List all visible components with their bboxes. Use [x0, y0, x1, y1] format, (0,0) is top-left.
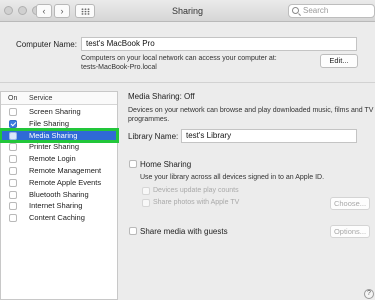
service-label: Remote Management: [29, 166, 102, 175]
service-label: File Sharing: [29, 118, 70, 128]
service-checkbox[interactable]: [9, 202, 17, 211]
service-checkbox[interactable]: [9, 178, 17, 187]
share-guests-label: Share media with guests: [140, 227, 228, 236]
service-label: Remote Apple Events: [29, 177, 102, 187]
library-name-input[interactable]: test's Library: [181, 129, 357, 143]
home-sharing-label: Home Sharing: [140, 160, 192, 169]
services-header: On Service: [1, 92, 117, 105]
home-sharing-description: Use your library across all devices sign…: [140, 174, 325, 181]
service-label: Remote Login: [29, 154, 76, 164]
service-row[interactable]: Internet Sharing: [1, 200, 117, 211]
search-field[interactable]: Search: [288, 4, 375, 18]
service-label: Printer Sharing: [29, 142, 80, 152]
library-name-label: Library Name:: [128, 132, 179, 141]
service-row[interactable]: Content Caching: [1, 212, 117, 223]
service-checkbox[interactable]: [9, 155, 17, 164]
service-row[interactable]: Remote Management: [1, 165, 117, 176]
play-counts-label: Devices update play counts: [153, 187, 239, 194]
on-column-header: On: [8, 95, 18, 102]
service-checkbox[interactable]: [9, 131, 17, 140]
computer-name-label: Computer Name:: [16, 40, 77, 49]
service-row[interactable]: File Sharing: [1, 118, 117, 129]
computer-address: tests-MacBook-Pro.local: [81, 64, 157, 71]
service-row[interactable]: Media Sharing: [0, 127, 119, 143]
search-placeholder: Search: [303, 6, 329, 15]
divider: [0, 82, 375, 83]
home-sharing-checkbox[interactable]: [129, 160, 137, 168]
service-checkbox[interactable]: [9, 167, 17, 175]
media-sharing-description-cont: programmes.: [128, 116, 170, 123]
service-row[interactable]: Printer Sharing: [1, 141, 117, 152]
service-label: Media Sharing: [29, 130, 78, 140]
service-row[interactable]: Remote Login: [1, 153, 117, 164]
media-sharing-status: Media Sharing: Off: [128, 92, 195, 101]
service-label: Internet Sharing: [29, 201, 83, 211]
share-guests-checkbox[interactable]: [129, 227, 137, 235]
service-label: Content Caching: [29, 213, 85, 223]
services-list: On Service Screen Sharing File Sharing Med…: [0, 91, 119, 300]
service-row[interactable]: Remote Apple Events: [1, 177, 117, 188]
edit-button[interactable]: Edit...: [320, 54, 358, 68]
play-counts-checkbox[interactable]: [142, 187, 150, 195]
share-photos-label: Share photos with Apple TV: [153, 199, 240, 206]
service-checkbox[interactable]: [9, 214, 17, 223]
service-label: Bluetooth Sharing: [29, 189, 89, 199]
service-checkbox[interactable]: [9, 119, 17, 128]
service-row[interactable]: Bluetooth Sharing: [1, 189, 117, 200]
service-row[interactable]: Screen Sharing: [1, 106, 117, 117]
media-sharing-description: Devices on your network can browse and p…: [128, 107, 374, 114]
service-checkbox[interactable]: [9, 190, 17, 199]
options-button[interactable]: Options...: [330, 225, 370, 238]
search-icon: [292, 7, 299, 14]
service-checkbox[interactable]: [9, 143, 17, 152]
share-photos-checkbox[interactable]: [142, 199, 150, 207]
help-button[interactable]: ?: [364, 289, 374, 299]
computer-name-input[interactable]: test's MacBook Pro: [81, 37, 357, 51]
computer-address-note: Computers on your local network can acce…: [81, 55, 277, 62]
service-column-header: Service: [29, 95, 53, 102]
title-bar: ‹ › Sharing Search: [0, 0, 375, 22]
choose-button[interactable]: Choose...: [330, 197, 370, 210]
service-label: Screen Sharing: [29, 107, 81, 116]
service-checkbox[interactable]: [9, 108, 17, 116]
